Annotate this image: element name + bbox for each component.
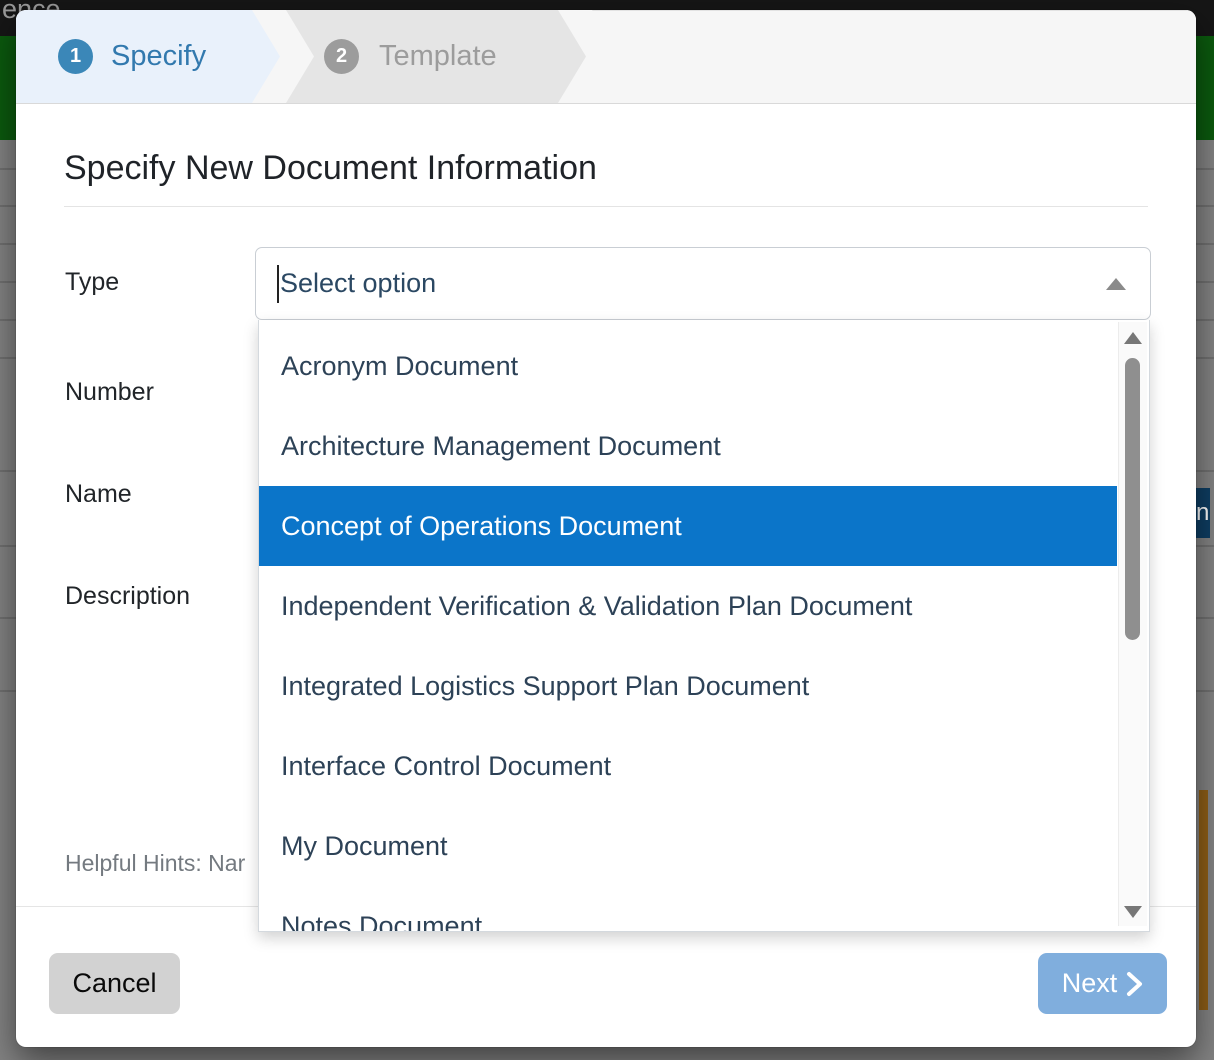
dropdown-option[interactable]: Interface Control Document: [259, 726, 1117, 806]
type-select-value: Select option: [280, 248, 436, 319]
dropdown-option[interactable]: Acronym Document: [259, 326, 1117, 406]
navy-fragment-text: nc: [1196, 499, 1210, 526]
type-dropdown-list: Acronym Document Architecture Management…: [258, 320, 1150, 932]
description-label: Description: [65, 582, 190, 611]
scroll-up-icon[interactable]: [1124, 332, 1142, 344]
wizard-bar-filler: [592, 10, 1196, 104]
chevron-up-icon[interactable]: [1106, 278, 1126, 290]
dialog-title: Specify New Document Information: [64, 149, 597, 188]
dropdown-option[interactable]: Architecture Management Document: [259, 406, 1117, 486]
type-select[interactable]: Select option: [255, 247, 1151, 320]
dropdown-option-selected[interactable]: Concept of Operations Document: [259, 486, 1117, 566]
next-button[interactable]: Next: [1038, 953, 1167, 1014]
scroll-down-icon[interactable]: [1124, 906, 1142, 918]
background-brown-bar: [1199, 790, 1208, 1010]
scrollbar-thumb[interactable]: [1125, 358, 1140, 640]
new-document-modal: 1 Specify 2 Template Specify New Documen…: [16, 10, 1196, 1047]
screen: ence nc 1 Specify 2 Template: [0, 0, 1214, 1060]
step-2-label: Template: [379, 10, 497, 103]
wizard-step-specify[interactable]: 1 Specify: [16, 10, 280, 103]
dropdown-scrollbar[interactable]: [1118, 322, 1147, 926]
name-label: Name: [65, 480, 132, 509]
text-caret: [277, 265, 279, 303]
wizard-steps: 1 Specify 2 Template: [16, 10, 1196, 104]
dropdown-option[interactable]: Independent Verification & Validation Pl…: [259, 566, 1117, 646]
dropdown-option[interactable]: My Document: [259, 806, 1117, 886]
title-divider: [64, 206, 1148, 207]
type-label: Type: [65, 268, 119, 297]
dropdown-options: Acronym Document Architecture Management…: [259, 326, 1117, 932]
wizard-step-template[interactable]: 2 Template: [286, 10, 586, 103]
dropdown-option[interactable]: Integrated Logistics Support Plan Docume…: [259, 646, 1117, 726]
step-1-badge: 1: [58, 39, 93, 74]
helpful-hints: Helpful Hints: Nar: [65, 850, 245, 877]
step-1-label: Specify: [111, 10, 206, 103]
background-navy-button-fragment: nc: [1196, 488, 1210, 538]
dropdown-option[interactable]: Notes Document: [259, 886, 1117, 932]
next-button-label: Next: [1062, 968, 1118, 999]
step-2-badge: 2: [324, 39, 359, 74]
cancel-button[interactable]: Cancel: [49, 953, 180, 1014]
chevron-right-icon: [1126, 971, 1143, 997]
number-label: Number: [65, 378, 154, 407]
